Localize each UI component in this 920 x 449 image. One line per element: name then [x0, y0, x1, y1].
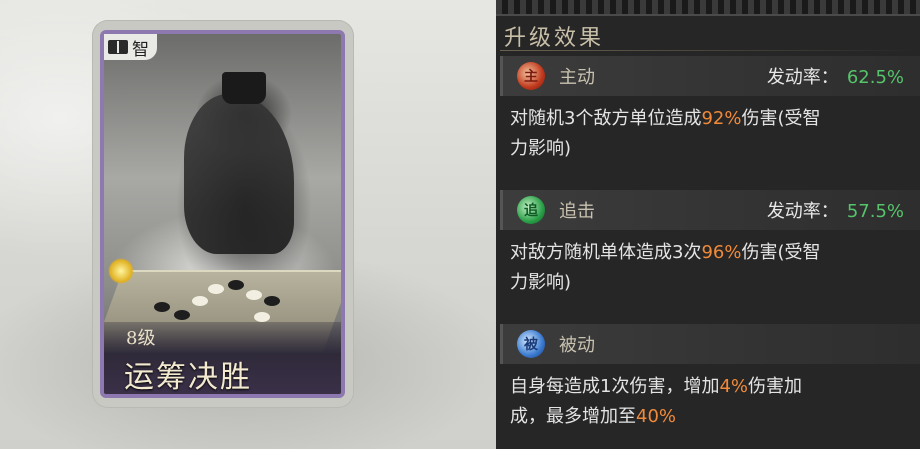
skill-description: 对随机3个敌方单位造成92%伤害(受智 力影响)	[500, 96, 920, 164]
trigger-rate: 发动率： 62.5%	[767, 63, 904, 89]
card-name: 运筹决胜	[124, 360, 252, 395]
skill-description: 对敌方随机单体造成3次96%伤害(受智 力影响)	[500, 230, 920, 298]
desc-text: 成，最多增加至	[510, 406, 636, 427]
card-level: 8级	[126, 328, 156, 349]
skill-active: 主 主动 发动率： 62.5% 对随机3个敌方单位造成92%伤害(受智 力影响)	[500, 56, 920, 164]
go-stone	[192, 296, 208, 306]
go-stone	[228, 280, 244, 290]
desc-text: 伤害(受智	[741, 242, 821, 263]
skill-header: 主 主动 发动率： 62.5%	[500, 56, 920, 96]
skill-pursuit: 追 追击 发动率： 57.5% 对敌方随机单体造成3次96%伤害(受智 力影响)	[500, 190, 920, 298]
desc-text: 伤害加	[748, 376, 803, 397]
desc-highlight: 40%	[636, 406, 677, 427]
trigger-rate-value: 62.5%	[846, 67, 904, 88]
star-glow-icon	[108, 258, 134, 284]
go-stone	[154, 302, 170, 312]
desc-text: 对随机3个敌方单位造成	[510, 108, 702, 129]
card-type-badge: 智	[104, 34, 157, 60]
skill-header: 追 追击 发动率： 57.5%	[500, 190, 920, 230]
trigger-rate-value: 57.5%	[846, 201, 904, 222]
trigger-rate: 发动率： 57.5%	[767, 197, 904, 223]
skill-type: 被动	[559, 335, 595, 356]
desc-text: 力影响)	[510, 272, 572, 293]
strategist-hat	[222, 72, 266, 104]
go-stone	[174, 310, 190, 320]
book-icon	[108, 40, 128, 54]
desc-text: 自身每造成1次伤害，增加	[510, 376, 720, 397]
desc-highlight: 4%	[719, 376, 749, 397]
desc-highlight: 96%	[701, 242, 742, 263]
skill-passive: 被 被动 自身每造成1次伤害，增加4%伤害加 成，最多增加至40%	[500, 324, 920, 432]
trigger-rate-label: 发动率：	[766, 201, 839, 222]
go-stone	[264, 296, 280, 306]
go-stone	[254, 312, 270, 322]
skill-type: 主动	[559, 67, 595, 88]
go-stone	[246, 290, 262, 300]
skill-type: 追击	[559, 201, 595, 222]
desc-highlight: 92%	[701, 108, 742, 129]
panel-top-strip	[496, 0, 920, 16]
title-divider	[500, 50, 920, 51]
trigger-rate-label: 发动率：	[766, 67, 839, 88]
desc-text: 伤害(受智	[741, 108, 821, 129]
card-type-label: 智	[132, 39, 149, 60]
active-skill-icon: 主	[517, 62, 545, 90]
section-title: 升级效果	[504, 26, 605, 51]
desc-text: 对敌方随机单体造成3次	[510, 242, 702, 263]
passive-skill-icon: 被	[517, 330, 545, 358]
pursuit-skill-icon: 追	[517, 196, 545, 224]
go-stone	[208, 284, 224, 294]
desc-text: 力影响)	[510, 138, 572, 159]
skill-description: 自身每造成1次伤害，增加4%伤害加 成，最多增加至40%	[500, 364, 920, 432]
skill-header: 被 被动	[500, 324, 920, 364]
